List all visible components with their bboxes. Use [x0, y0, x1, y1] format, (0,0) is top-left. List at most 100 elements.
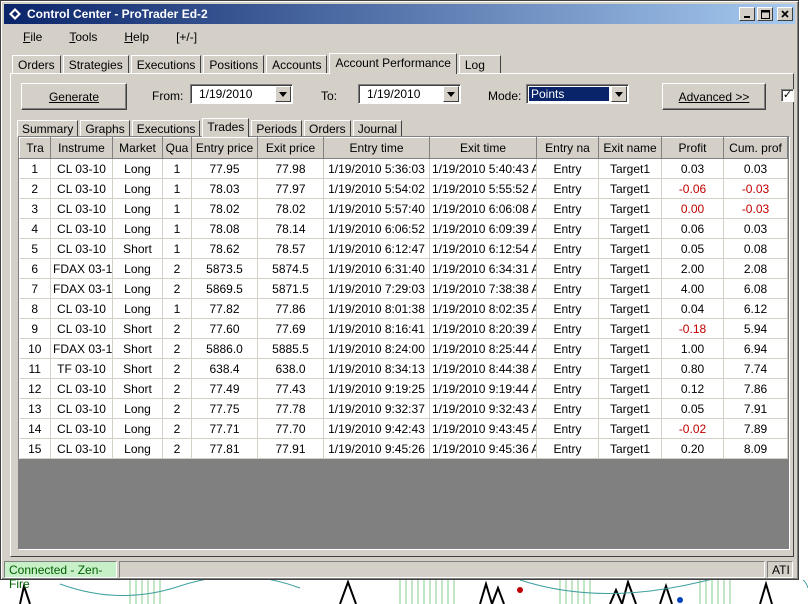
- window-title: Control Center - ProTrader Ed-2: [27, 7, 208, 21]
- tab-account-performance[interactable]: Account Performance: [329, 53, 457, 74]
- to-label: To:: [321, 89, 338, 103]
- table-cell: 77.43: [257, 378, 324, 399]
- tab-log[interactable]: Log: [458, 55, 501, 74]
- close-icon[interactable]: [777, 7, 793, 21]
- tab-summary[interactable]: Summary: [17, 120, 79, 137]
- tab-accounts[interactable]: Accounts: [266, 55, 328, 74]
- table-cell: 12: [19, 378, 51, 399]
- title-bar[interactable]: Control Center - ProTrader Ed-2: [4, 4, 795, 24]
- table-cell: Short: [112, 338, 163, 359]
- chevron-down-icon[interactable]: [275, 86, 291, 102]
- tab-graphs[interactable]: Graphs: [80, 120, 130, 137]
- generate-label: Generate: [48, 89, 100, 104]
- table-row[interactable]: 8 CL 03-10 Long 1 77.82 77.86 1/19/2010 8:01:3…: [19, 298, 788, 319]
- table-cell: 1: [162, 238, 192, 259]
- table-cell: FDAX 03-1: [50, 278, 113, 299]
- table-cell: 15: [19, 438, 51, 459]
- table-row[interactable]: 5 CL 03-10 Short 1 78.62 78.57 1/19/2010 6:12:…: [19, 238, 788, 259]
- table-row[interactable]: 15 CL 03-10 Long 2 77.81 77.91 1/19/2010 9:45:…: [19, 438, 788, 459]
- table-cell: 10: [19, 338, 51, 359]
- table-cell: 1/19/2010 7:29:03: [323, 278, 430, 299]
- chevron-down-icon[interactable]: [443, 86, 459, 102]
- table-cell: Entry: [536, 298, 599, 319]
- table-cell: 1/19/2010 5:55:52 A: [429, 178, 537, 199]
- table-cell: 8.09: [723, 438, 788, 459]
- menu-help[interactable]: Help: [105, 28, 157, 48]
- table-header-row: Tra Instrume Market Qua Entry price Exit pric…: [19, 137, 788, 159]
- column-header[interactable]: Exit time: [429, 137, 537, 159]
- table-row[interactable]: 9 CL 03-10 Short 2 77.60 77.69 1/19/2010 8:16:…: [19, 318, 788, 339]
- minimize-icon[interactable]: [739, 7, 755, 21]
- table-cell: 2: [162, 438, 192, 459]
- tab-periods[interactable]: Periods: [251, 120, 302, 137]
- column-header[interactable]: Profit: [661, 137, 724, 159]
- table-cell: -0.18: [661, 318, 724, 339]
- table-row[interactable]: 3 CL 03-10 Long 1 78.02 78.02 1/19/2010 5:57:4…: [19, 198, 788, 219]
- option-checkbox[interactable]: ✓: [781, 89, 794, 102]
- table-cell: 78.57: [257, 238, 324, 259]
- column-header[interactable]: Entry price: [191, 137, 258, 159]
- table-cell: 1/19/2010 6:12:54 A: [429, 238, 537, 259]
- table-cell: 1/19/2010 8:16:41: [323, 318, 430, 339]
- table-row[interactable]: 2 CL 03-10 Long 1 78.03 77.97 1/19/2010 5:54:0…: [19, 178, 788, 199]
- table-cell: 1/19/2010 9:42:43: [323, 418, 430, 439]
- table-cell: 0.03: [723, 158, 788, 179]
- table-cell: 77.69: [257, 318, 324, 339]
- tab-strategies[interactable]: Strategies: [62, 55, 129, 74]
- from-date-picker[interactable]: 1/19/2010: [190, 84, 293, 104]
- table-row[interactable]: 13 CL 03-10 Long 2 77.75 77.78 1/19/2010 9:32:…: [19, 398, 788, 419]
- column-header[interactable]: Instrume: [50, 137, 113, 159]
- tab-trades[interactable]: Trades: [202, 118, 250, 137]
- app-diamond-icon: [7, 6, 23, 22]
- tab-orders-inner[interactable]: Orders: [304, 120, 351, 137]
- advanced-button[interactable]: Advanced >>: [662, 83, 766, 110]
- table-cell: Entry: [536, 338, 599, 359]
- table-cell: 1/19/2010 7:38:38 A: [429, 278, 537, 299]
- table-cell: 1/19/2010 5:36:03: [323, 158, 430, 179]
- maximize-icon[interactable]: [757, 7, 773, 21]
- table-cell: 2: [162, 338, 192, 359]
- table-row[interactable]: 14 CL 03-10 Long 2 77.71 77.70 1/19/2010 9:42:…: [19, 418, 788, 439]
- column-header[interactable]: Entry na: [536, 137, 599, 159]
- table-cell: Long: [112, 218, 163, 239]
- column-header[interactable]: Entry time: [323, 137, 430, 159]
- tab-executions[interactable]: Executions: [130, 55, 202, 74]
- menu-tools[interactable]: Tools: [50, 28, 105, 48]
- connection-status: Connected - Zen-Fire: [4, 561, 117, 591]
- column-header[interactable]: Tra: [19, 137, 51, 159]
- to-date-picker[interactable]: 1/19/2010: [358, 84, 461, 104]
- table-row[interactable]: 6 FDAX 03-1 Long 2 5873.5 5874.5 1/19/2010 6:3…: [19, 258, 788, 279]
- generate-button[interactable]: Generate: [21, 83, 127, 110]
- tab-positions[interactable]: Positions: [203, 55, 265, 74]
- table-row[interactable]: 4 CL 03-10 Long 1 78.08 78.14 1/19/2010 6:06:5…: [19, 218, 788, 239]
- table-cell: Target1: [598, 158, 662, 179]
- tab-orders[interactable]: Orders: [12, 55, 61, 74]
- column-header[interactable]: Market: [112, 137, 163, 159]
- table-cell: CL 03-10: [50, 298, 113, 319]
- to-date-value: 1/19/2010: [367, 87, 421, 101]
- mode-select[interactable]: Points: [526, 84, 629, 104]
- menu-expand[interactable]: [+/-]: [157, 28, 205, 48]
- table-cell: 5874.5: [257, 258, 324, 279]
- table-cell: Target1: [598, 318, 662, 339]
- column-header[interactable]: Exit price: [257, 137, 324, 159]
- column-header[interactable]: Qua: [162, 137, 192, 159]
- table-cell: 0.80: [661, 358, 724, 379]
- table-cell: Long: [112, 278, 163, 299]
- table-row[interactable]: 1 CL 03-10 Long 1 77.95 77.98 1/19/2010 5:36:0…: [19, 158, 788, 179]
- table-row[interactable]: 7 FDAX 03-1 Long 2 5869.5 5871.5 1/19/2010 7:2…: [19, 278, 788, 299]
- table-row[interactable]: 10 FDAX 03-1 Short 2 5886.0 5885.5 1/19/2010 8…: [19, 338, 788, 359]
- table-cell: 0.00: [661, 198, 724, 219]
- table-cell: Entry: [536, 398, 599, 419]
- table-cell: 2.08: [723, 258, 788, 279]
- table-cell: 4: [19, 218, 51, 239]
- column-header[interactable]: Cum. prof: [723, 137, 788, 159]
- table-row[interactable]: 12 CL 03-10 Short 2 77.49 77.43 1/19/2010 9:19…: [19, 378, 788, 399]
- tab-journal[interactable]: Journal: [352, 120, 403, 137]
- column-header[interactable]: Exit name: [598, 137, 662, 159]
- chevron-down-icon[interactable]: [611, 86, 627, 102]
- tab-executions-inner[interactable]: Executions: [131, 120, 201, 137]
- menu-file[interactable]: File: [4, 28, 50, 48]
- table-row[interactable]: 11 TF 03-10 Short 2 638.4 638.0 1/19/2010 8:34…: [19, 358, 788, 379]
- table-cell: Target1: [598, 258, 662, 279]
